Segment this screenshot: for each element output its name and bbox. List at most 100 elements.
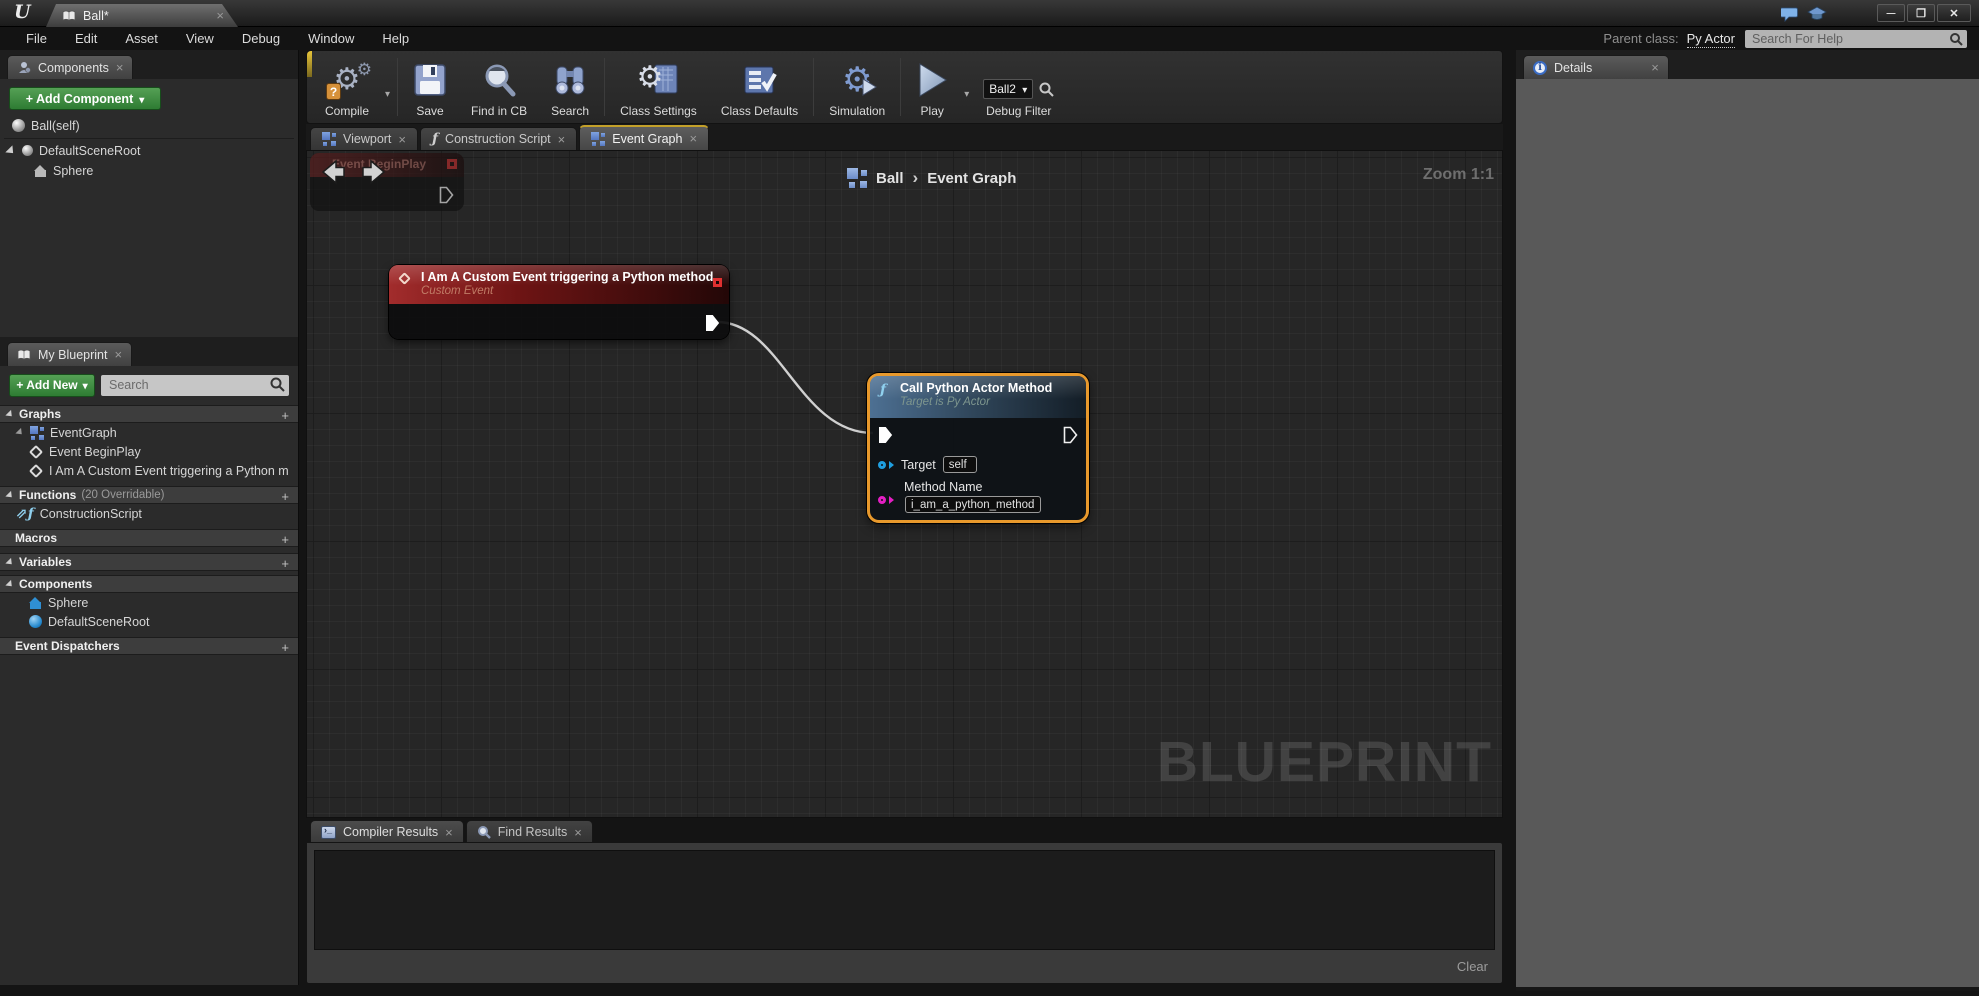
section-macros[interactable]: Macros: [0, 529, 298, 547]
play-button[interactable]: Play: [904, 51, 960, 123]
window-maximize-button[interactable]: [1907, 4, 1935, 22]
list-item-custom-event[interactable]: I Am A Custom Event triggering a Python …: [0, 461, 298, 480]
tab-close-icon[interactable]: [574, 826, 582, 839]
menu-asset[interactable]: Asset: [111, 31, 172, 46]
help-search-input[interactable]: [1745, 30, 1967, 48]
menu-file[interactable]: File: [12, 31, 61, 46]
event-graph-canvas[interactable]: Ball › Event Graph Zoom 1:1 BLUEPRINT Ev…: [306, 150, 1503, 818]
nav-back-icon[interactable]: [319, 158, 347, 186]
menu-help[interactable]: Help: [368, 31, 423, 46]
details-body: [1516, 79, 1979, 987]
tab-close-icon[interactable]: [558, 133, 566, 146]
search-button[interactable]: Search: [539, 51, 601, 123]
add-function-icon[interactable]: [281, 489, 289, 504]
method-name-value-field[interactable]: [905, 496, 1041, 513]
tab-close-icon[interactable]: [398, 133, 406, 146]
delegate-pin-icon[interactable]: [447, 159, 457, 169]
target-value-field[interactable]: [942, 456, 977, 473]
save-button[interactable]: Save: [401, 51, 459, 123]
tab-construction-script[interactable]: ƒ Construction Script: [420, 127, 578, 150]
tree-row-sphere[interactable]: Sphere: [0, 161, 298, 180]
play-options-caret-icon[interactable]: [960, 89, 973, 100]
delegate-pin-icon[interactable]: [713, 278, 722, 287]
details-close-icon[interactable]: [1651, 61, 1659, 74]
list-item-event-beginplay[interactable]: Event BeginPlay: [0, 442, 298, 461]
add-graph-icon[interactable]: [281, 408, 289, 423]
menu-view[interactable]: View: [172, 31, 228, 46]
section-event-dispatchers[interactable]: Event Dispatchers: [0, 637, 298, 655]
tree-row-ball-self[interactable]: Ball(self): [0, 116, 298, 135]
exec-out-pin[interactable]: [439, 186, 454, 204]
breadcrumb-root[interactable]: Ball: [876, 170, 904, 187]
section-graphs[interactable]: Graphs: [0, 405, 298, 423]
tutorial-cap-icon[interactable]: [1807, 6, 1827, 22]
search-icon: [270, 377, 285, 392]
class-settings-button[interactable]: Class Settings: [608, 51, 709, 123]
compile-dirty-badge-icon: ?: [326, 83, 341, 100]
breadcrumb-current[interactable]: Event Graph: [927, 170, 1016, 187]
section-functions[interactable]: Functions (20 Overridable): [0, 486, 298, 504]
tab-close-icon[interactable]: [445, 826, 453, 839]
expand-arrow-icon[interactable]: [5, 144, 17, 157]
list-item-defaultsceneroot-variable[interactable]: DefaultSceneRoot: [0, 612, 298, 631]
list-item-sphere-variable[interactable]: Sphere: [0, 593, 298, 612]
debug-object-select[interactable]: Ball2: [983, 79, 1034, 99]
asset-tab-ball[interactable]: Ball*: [46, 4, 238, 27]
components-panel-tab[interactable]: Components: [7, 55, 134, 79]
window-close-button[interactable]: [1937, 4, 1971, 22]
add-event-dispatcher-icon[interactable]: [281, 640, 289, 655]
components-icon: [19, 62, 31, 73]
feedback-bubble-icon[interactable]: [1781, 6, 1799, 22]
target-object-pin[interactable]: [878, 460, 886, 469]
node-call-python-actor-method[interactable]: ƒ Call Python Actor Method Target is Py …: [867, 373, 1089, 523]
add-component-button[interactable]: + Add Component: [9, 87, 161, 110]
graph-icon: [591, 131, 606, 146]
my-blueprint-panel-tab[interactable]: My Blueprint: [7, 342, 133, 366]
viewport-icon: [322, 132, 336, 146]
section-variables[interactable]: Variables: [0, 553, 298, 571]
node-custom-event[interactable]: I Am A Custom Event triggering a Python …: [389, 265, 729, 339]
tab-close-icon[interactable]: [689, 132, 697, 145]
list-item-constructionscript[interactable]: ⇗ƒ ConstructionScript: [0, 504, 298, 523]
exec-out-pin[interactable]: [705, 314, 720, 332]
class-defaults-button[interactable]: Class Defaults: [709, 51, 810, 123]
add-macro-icon[interactable]: [281, 532, 289, 547]
find-in-cb-button[interactable]: Find in CB: [459, 51, 539, 123]
unreal-logo-icon: U: [14, 1, 31, 23]
tab-viewport[interactable]: Viewport: [310, 127, 419, 150]
nav-forward-icon[interactable]: [360, 158, 388, 186]
collapse-arrow-icon: [5, 490, 15, 500]
debug-search-icon[interactable]: [1039, 82, 1054, 97]
details-panel-tab[interactable]: Details: [1523, 55, 1669, 79]
clear-button[interactable]: Clear: [1457, 959, 1488, 974]
menu-window[interactable]: Window: [294, 31, 368, 46]
asset-tab-close-icon[interactable]: [216, 9, 224, 22]
menu-debug[interactable]: Debug: [228, 31, 294, 46]
compile-button[interactable]: ? Compile: [313, 51, 381, 123]
exec-in-pin[interactable]: [878, 426, 893, 444]
my-blueprint-search-input[interactable]: [101, 374, 289, 396]
simulation-button[interactable]: Simulation: [817, 51, 897, 123]
graph-icon: [30, 425, 44, 440]
menu-edit[interactable]: Edit: [61, 31, 111, 46]
window-minimize-button[interactable]: [1877, 4, 1905, 22]
add-new-button[interactable]: + Add New: [9, 373, 95, 397]
compile-options-caret-icon[interactable]: [381, 89, 394, 100]
tab-event-graph[interactable]: Event Graph: [579, 125, 710, 150]
asset-tab-label: Ball*: [83, 8, 109, 23]
debug-filter-label: Debug Filter: [986, 104, 1052, 118]
function-icon: ƒ: [432, 131, 439, 147]
tab-find-results[interactable]: Find Results: [465, 820, 593, 843]
tab-compiler-results[interactable]: Compiler Results: [310, 820, 464, 843]
list-item-eventgraph[interactable]: EventGraph: [0, 423, 298, 442]
breadcrumb: Ball › Event Graph: [847, 168, 1016, 188]
exec-out-pin[interactable]: [1063, 426, 1078, 444]
event-icon: [28, 444, 44, 459]
parent-class-link[interactable]: Py Actor: [1686, 31, 1735, 48]
add-variable-icon[interactable]: [281, 556, 289, 571]
components-panel-close-icon[interactable]: [116, 61, 124, 74]
tree-row-defaultsceneroot[interactable]: DefaultSceneRoot: [0, 141, 298, 160]
section-components[interactable]: Components: [0, 575, 298, 593]
method-name-string-pin[interactable]: [878, 496, 886, 504]
my-blueprint-close-icon[interactable]: [114, 348, 122, 361]
